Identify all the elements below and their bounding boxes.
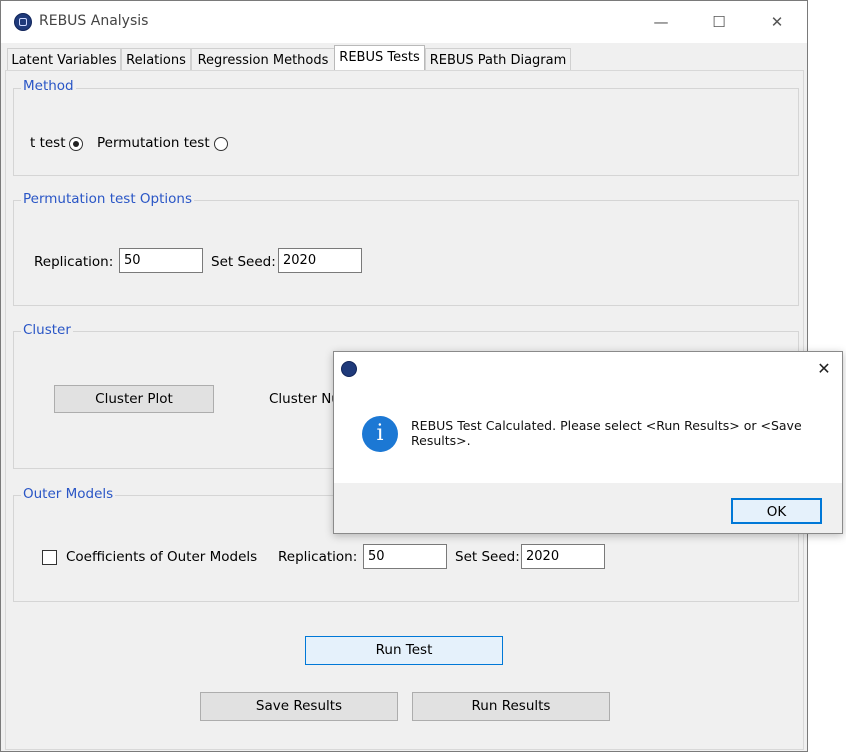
dialog-close-icon[interactable]: ✕ xyxy=(804,352,844,386)
outer-models-title: Outer Models xyxy=(21,486,116,502)
cluster-number-label: Cluster Nu xyxy=(269,391,340,407)
close-icon[interactable]: ✕ xyxy=(749,1,805,43)
tab-latent-variables[interactable]: Latent Variables xyxy=(7,48,121,71)
tab-rebus-path-diagram[interactable]: REBUS Path Diagram xyxy=(425,48,571,71)
permutation-options-title: Permutation test Options xyxy=(21,191,195,207)
outer-replication-label: Replication: xyxy=(278,549,358,565)
method-group-title: Method xyxy=(21,78,76,94)
tab-rebus-tests[interactable]: REBUS Tests xyxy=(334,45,425,71)
info-icon: i xyxy=(362,416,398,452)
permutation-test-label: Permutation test xyxy=(97,135,210,151)
dialog-app-icon xyxy=(341,361,357,377)
replication-label: Replication: xyxy=(34,254,114,270)
app-logo-icon xyxy=(14,13,32,31)
t-test-label: t test xyxy=(30,135,66,151)
run-results-button[interactable]: Run Results xyxy=(412,692,610,721)
set-seed-label: Set Seed: xyxy=(211,254,276,270)
ok-button[interactable]: OK xyxy=(731,498,822,524)
dialog-message: REBUS Test Calculated. Please select <Ru… xyxy=(411,418,802,448)
outer-set-seed-input[interactable]: 2020 xyxy=(521,544,605,569)
outer-set-seed-label: Set Seed: xyxy=(455,549,520,565)
title-bar[interactable]: REBUS Analysis — ☐ ✕ xyxy=(1,1,807,43)
t-test-radio[interactable] xyxy=(69,137,83,151)
tab-strip: Latent Variables Relations Regression Me… xyxy=(1,43,807,71)
replication-input[interactable]: 50 xyxy=(119,248,203,273)
save-results-button[interactable]: Save Results xyxy=(200,692,398,721)
window-title: REBUS Analysis xyxy=(39,13,149,29)
method-group xyxy=(13,88,799,176)
dialog-footer: OK xyxy=(334,483,842,533)
tab-regression-methods[interactable]: Regression Methods xyxy=(191,48,335,71)
minimize-icon[interactable]: — xyxy=(633,1,689,43)
maximize-icon[interactable]: ☐ xyxy=(691,1,747,43)
run-test-button[interactable]: Run Test xyxy=(305,636,503,665)
coefficients-label: Coefficients of Outer Models xyxy=(66,549,258,565)
coefficients-checkbox[interactable] xyxy=(42,550,57,565)
set-seed-input[interactable]: 2020 xyxy=(278,248,362,273)
cluster-plot-button[interactable]: Cluster Plot xyxy=(54,385,214,413)
message-dialog: ✕ i REBUS Test Calculated. Please select… xyxy=(333,351,843,534)
outer-replication-input[interactable]: 50 xyxy=(363,544,447,569)
permutation-test-radio[interactable] xyxy=(214,137,228,151)
tab-relations[interactable]: Relations xyxy=(121,48,191,71)
cluster-group-title: Cluster xyxy=(21,322,73,338)
